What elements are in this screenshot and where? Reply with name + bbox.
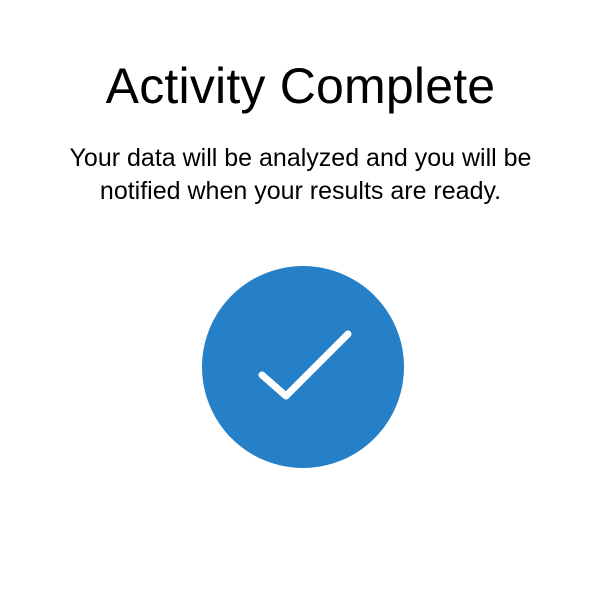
checkmark-icon <box>258 330 352 400</box>
page-title: Activity Complete <box>105 58 496 114</box>
completion-message: Your data will be analyzed and you will … <box>69 144 532 205</box>
activity-complete-screen: Activity Complete Your data will be anal… <box>0 0 601 601</box>
completion-badge <box>202 266 404 468</box>
